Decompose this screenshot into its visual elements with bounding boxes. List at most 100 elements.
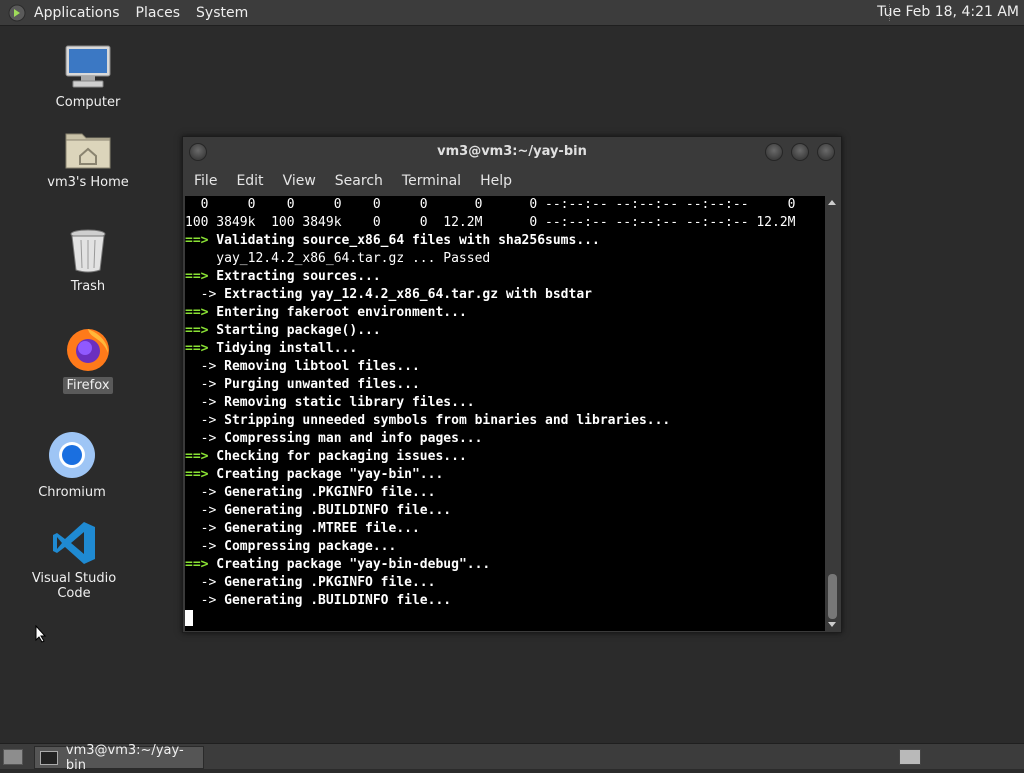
desktop-icon-label: Firefox bbox=[63, 377, 113, 394]
show-desktop-icon[interactable] bbox=[3, 749, 23, 765]
menu-file[interactable]: File bbox=[194, 173, 217, 189]
firefox-icon bbox=[67, 329, 109, 371]
terminal-prompt-line bbox=[185, 610, 825, 628]
terminal-line-text: Entering fakeroot environment... bbox=[208, 305, 467, 320]
terminal-line: ==> Checking for packaging issues... bbox=[185, 448, 825, 466]
terminal-line-text: Removing static library files... bbox=[216, 395, 475, 410]
terminal-line: ==> Starting package()... bbox=[185, 322, 825, 340]
window-titlebar[interactable]: vm3@vm3:~/yay-bin bbox=[183, 137, 841, 167]
terminal-line-text: Validating source_x86_64 files with sha2… bbox=[208, 233, 600, 248]
terminal-line-text: Removing libtool files... bbox=[216, 359, 420, 374]
terminal-line-text: Extracting yay_12.4.2_x86_64.tar.gz with… bbox=[216, 287, 592, 302]
desktop-icon-vscode[interactable]: Visual Studio Code bbox=[14, 520, 134, 602]
terminal-line-prefix: -> bbox=[185, 485, 217, 500]
terminal-line: ==> Extracting sources... bbox=[185, 268, 825, 286]
close-button[interactable] bbox=[817, 143, 835, 161]
terminal-line-text: yay_12.4.2_x86_64.tar.gz ... Passed bbox=[185, 251, 491, 266]
terminal-line-prefix: -> bbox=[185, 503, 217, 518]
terminal-line: -> Generating .MTREE file... bbox=[185, 520, 825, 538]
menu-view[interactable]: View bbox=[283, 173, 316, 189]
desktop-icon-label: Trash bbox=[70, 279, 106, 294]
terminal-line-prefix: -> bbox=[185, 431, 217, 446]
terminal-scrollbar[interactable] bbox=[826, 196, 839, 631]
terminal-line-text: Compressing man and info pages... bbox=[216, 431, 483, 446]
terminal-line-prefix: ==> bbox=[185, 323, 209, 338]
terminal-line-text: Checking for packaging issues... bbox=[208, 449, 467, 464]
scroll-up-arrow[interactable] bbox=[828, 200, 836, 205]
terminal-output[interactable]: 0 0 0 0 0 0 0 0 --:--:-- --:--:-- --:--:… bbox=[185, 196, 825, 631]
terminal-line: 0 0 0 0 0 0 0 0 --:--:-- --:--:-- --:--:… bbox=[185, 196, 825, 214]
taskbar-window-button[interactable]: vm3@vm3:~/yay-bin bbox=[34, 743, 204, 773]
terminal-line-prefix: -> bbox=[185, 593, 217, 608]
desktop-icon-label: vm3's Home bbox=[47, 175, 129, 190]
desktop-icon-label: Chromium bbox=[38, 485, 106, 500]
menu-edit[interactable]: Edit bbox=[236, 173, 263, 189]
scroll-thumb[interactable] bbox=[828, 574, 837, 619]
terminal-line-prefix: ==> bbox=[185, 467, 209, 482]
terminal-line-prefix: ==> bbox=[185, 449, 209, 464]
terminal-line-text: 100 3849k 100 3849k 0 0 12.2M 0 --:--:--… bbox=[185, 215, 796, 230]
menu-terminal[interactable]: Terminal bbox=[402, 173, 461, 189]
terminal-line-prefix: -> bbox=[185, 377, 217, 392]
terminal-line-text: Generating .PKGINFO file... bbox=[216, 575, 436, 590]
top-panel: Applications Places System Tue Feb 18, 4… bbox=[0, 0, 1024, 26]
terminal-line: -> Generating .PKGINFO file... bbox=[185, 484, 825, 502]
desktop-icon-label: Visual Studio Code bbox=[31, 571, 117, 601]
terminal-line-prefix: ==> bbox=[185, 233, 209, 248]
terminal-line: ==> Creating package "yay-bin-debug"... bbox=[185, 556, 825, 574]
taskbar-window-label: vm3@vm3:~/yay-bin bbox=[65, 742, 184, 773]
terminal-line: -> Stripping unneeded symbols from binar… bbox=[185, 412, 825, 430]
terminal-line-prefix: -> bbox=[185, 359, 217, 374]
desktop-icon-trash[interactable]: Trash bbox=[48, 228, 128, 295]
terminal-line-prefix: -> bbox=[185, 521, 217, 536]
desktop-icon-home[interactable]: vm3's Home bbox=[43, 128, 133, 191]
terminal-line: -> Purging unwanted files... bbox=[185, 376, 825, 394]
places-menu[interactable]: Places bbox=[136, 5, 181, 21]
terminal-line: -> Generating .PKGINFO file... bbox=[185, 574, 825, 592]
terminal-line-text: 0 0 0 0 0 0 0 0 --:--:-- --:--:-- --:--:… bbox=[185, 197, 796, 212]
menu-search[interactable]: Search bbox=[335, 173, 383, 189]
clock[interactable]: Tue Feb 18, 4:21 AM bbox=[877, 4, 1019, 20]
terminal-line-prefix: -> bbox=[185, 395, 217, 410]
terminal-line: -> Compressing man and info pages... bbox=[185, 430, 825, 448]
terminal-line-prefix: ==> bbox=[185, 269, 209, 284]
mouse-pointer-icon bbox=[35, 625, 47, 643]
trash-icon bbox=[70, 229, 106, 273]
terminal-line-prefix: -> bbox=[185, 539, 217, 554]
terminal-line-text: Generating .PKGINFO file... bbox=[216, 485, 436, 500]
terminal-line: ==> Validating source_x86_64 files with … bbox=[185, 232, 825, 250]
terminal-line-prefix: ==> bbox=[185, 557, 209, 572]
terminal-line: -> Compressing package... bbox=[185, 538, 825, 556]
terminal-line-text: Generating .BUILDINFO file... bbox=[216, 503, 452, 518]
terminal-line-text: Generating .MTREE file... bbox=[216, 521, 420, 536]
vscode-icon bbox=[53, 522, 95, 564]
desktop-icon-firefox[interactable]: Firefox bbox=[48, 325, 128, 394]
terminal-line: ==> Tidying install... bbox=[185, 340, 825, 358]
terminal-line: ==> Creating package "yay-bin"... bbox=[185, 466, 825, 484]
terminal-icon bbox=[40, 750, 58, 765]
terminal-window[interactable]: vm3@vm3:~/yay-bin File Edit View Search … bbox=[182, 136, 842, 633]
mate-logo-icon[interactable] bbox=[8, 4, 26, 22]
menu-help[interactable]: Help bbox=[480, 173, 512, 189]
terminal-line-text: Compressing package... bbox=[216, 539, 397, 554]
workspace-switcher[interactable] bbox=[899, 749, 921, 765]
terminal-line: ==> Entering fakeroot environment... bbox=[185, 304, 825, 322]
terminal-line: -> Removing static library files... bbox=[185, 394, 825, 412]
desktop-icon-chromium[interactable]: Chromium bbox=[32, 430, 112, 501]
terminal-line-prefix: -> bbox=[185, 575, 217, 590]
window-title: vm3@vm3:~/yay-bin bbox=[437, 144, 587, 159]
computer-icon bbox=[65, 45, 111, 88]
terminal-line-text: Tidying install... bbox=[208, 341, 358, 356]
terminal-line-text: Generating .BUILDINFO file... bbox=[216, 593, 452, 608]
terminal-line-prefix: -> bbox=[185, 413, 217, 428]
desktop-icon-computer[interactable]: Computer bbox=[48, 44, 128, 111]
maximize-button[interactable] bbox=[791, 143, 809, 161]
scroll-down-arrow[interactable] bbox=[828, 622, 836, 627]
minimize-button[interactable] bbox=[765, 143, 783, 161]
terminal-line-text: Extracting sources... bbox=[208, 269, 381, 284]
terminal-menubar: File Edit View Search Terminal Help bbox=[183, 168, 841, 194]
applications-menu[interactable]: Applications bbox=[34, 5, 120, 21]
terminal-line: yay_12.4.2_x86_64.tar.gz ... Passed bbox=[185, 250, 825, 268]
system-menu[interactable]: System bbox=[196, 5, 248, 21]
terminal-line-text: Creating package "yay-bin"... bbox=[208, 467, 444, 482]
